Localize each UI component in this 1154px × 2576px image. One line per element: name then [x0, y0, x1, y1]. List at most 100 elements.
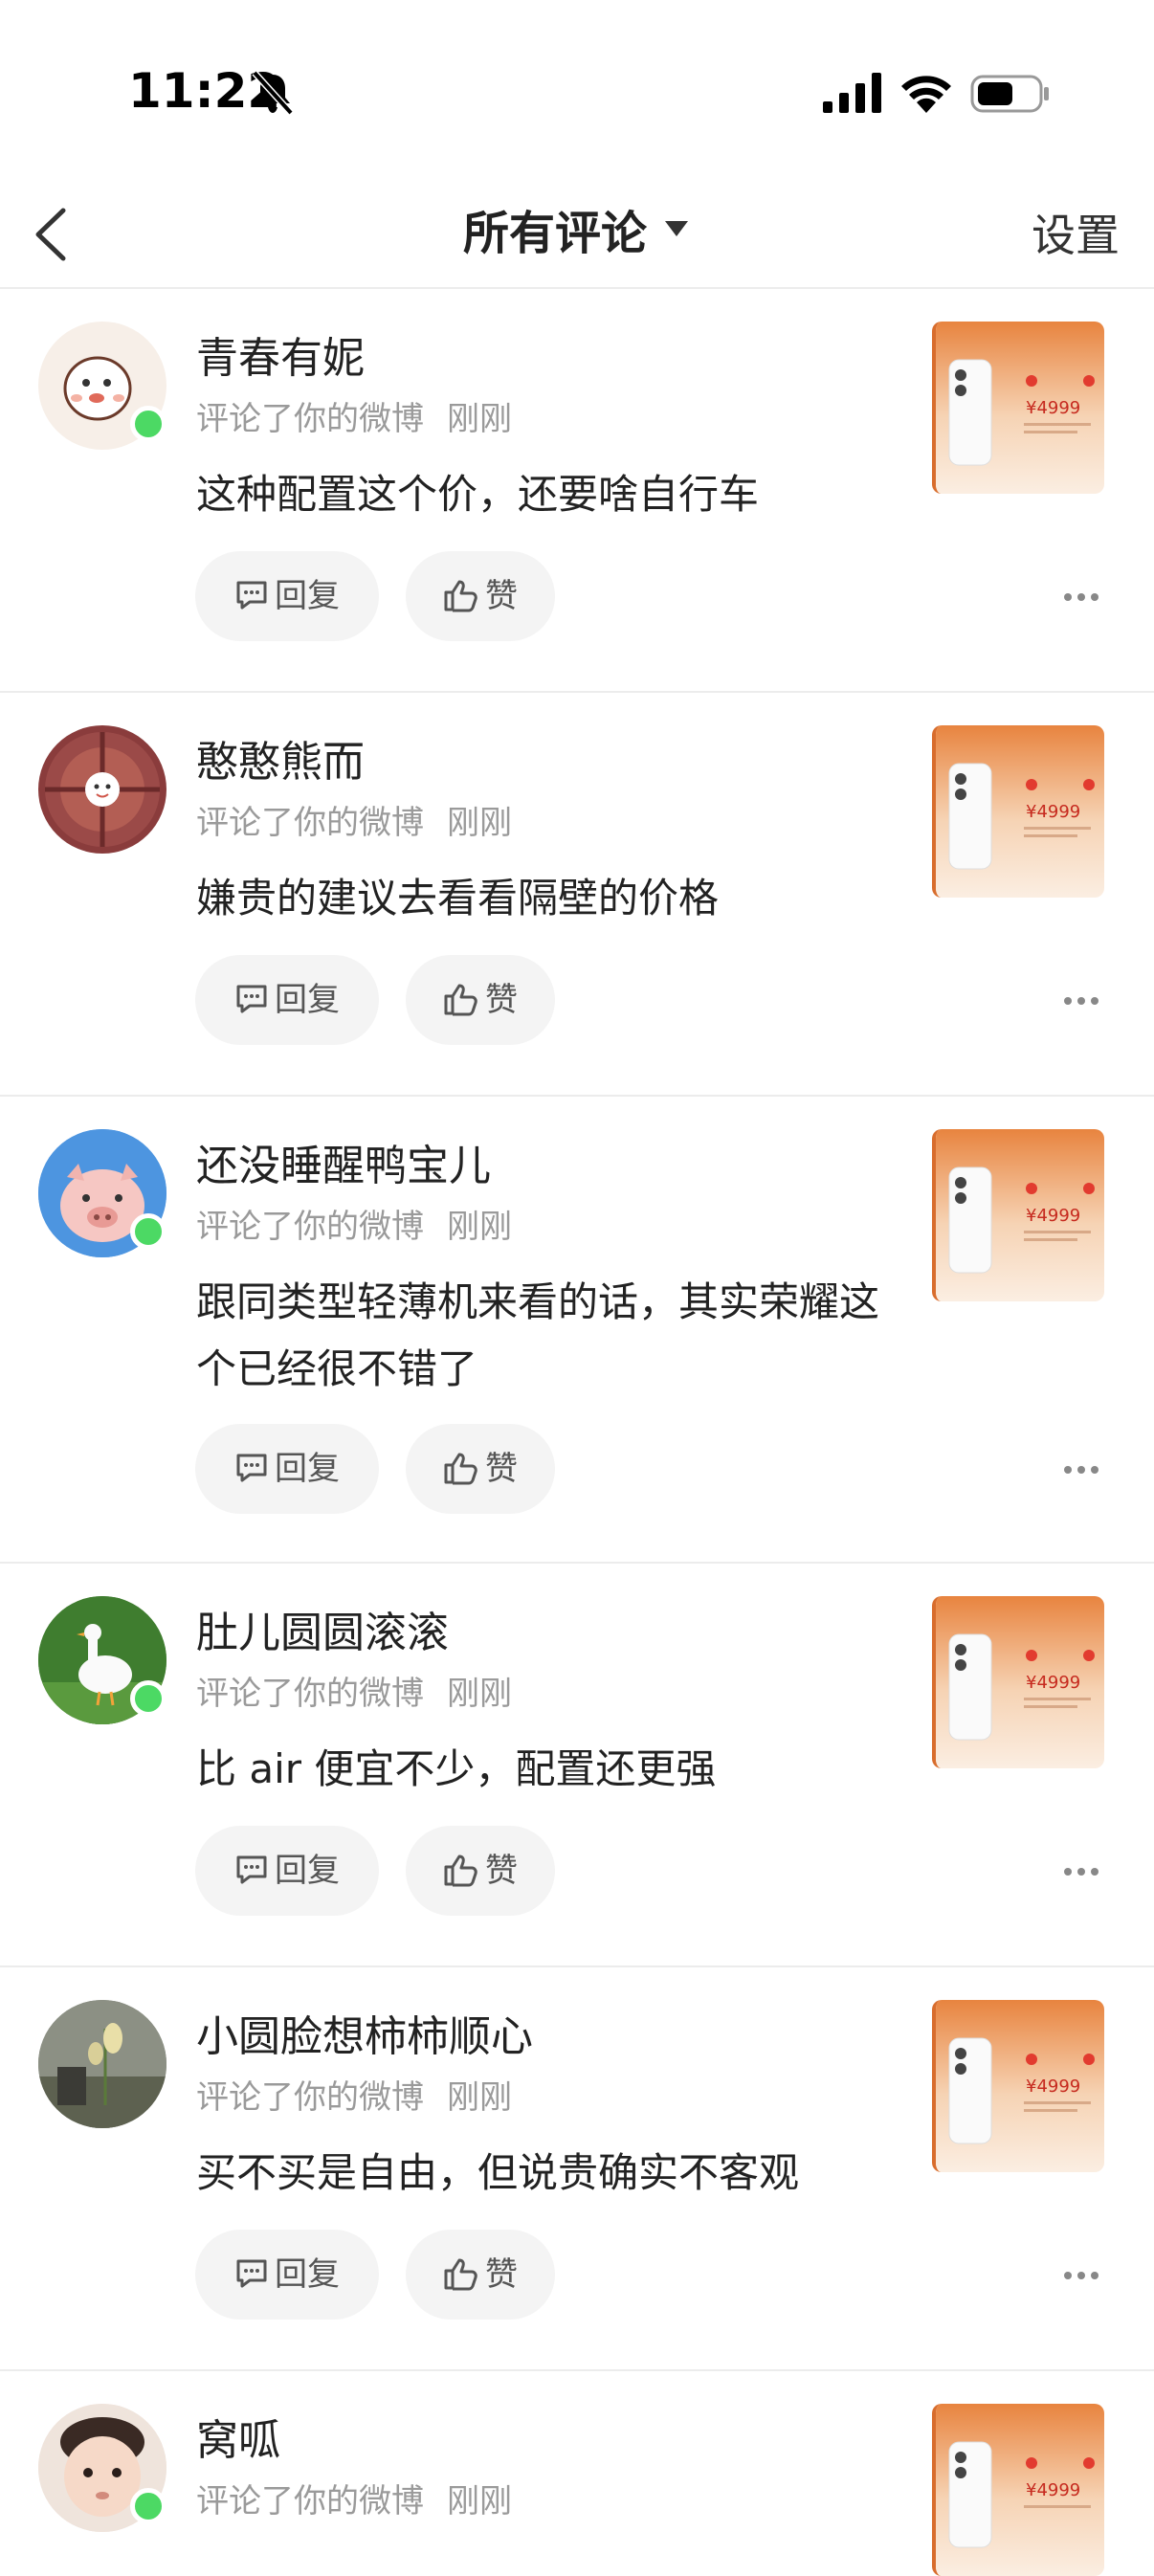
meta-time: 刚刚 [447, 2078, 512, 2117]
comment-text: 这种配置这个价，还要啥自行车 [196, 471, 760, 518]
reply-button[interactable]: 回复 [195, 1826, 379, 1916]
price-text: ¥4999 [1026, 2076, 1080, 2097]
comment-actions: 回复 赞 [195, 1826, 555, 1916]
like-label: 赞 [485, 1852, 518, 1890]
more-options-icon[interactable] [1062, 591, 1100, 603]
more-options-icon[interactable] [1062, 1866, 1100, 1877]
thumbs-up-icon [444, 1453, 477, 1484]
comment-icon [236, 985, 267, 1012]
comment-item: 肚儿圆圆滚滚 评论了你的微博 刚刚 比 air 便宜不少，配置还更强 回复 赞 ¥4… [0, 1564, 1154, 1967]
comment-icon [236, 2259, 267, 2287]
comment-text: 跟同类型轻薄机来看的话，其实荣耀这个已经很不错了 [196, 1278, 880, 1392]
comment-text: 买不买是自由，但说贵确实不客观 [196, 2149, 800, 2196]
reply-button[interactable]: 回复 [195, 2230, 379, 2320]
page-title: 所有评论 [462, 207, 647, 260]
reply-button[interactable]: 回复 [195, 955, 379, 1045]
thumbs-up-icon [444, 984, 477, 1015]
comment-meta: 评论了你的微博 刚刚 [196, 796, 512, 843]
comment-list: 青春有妮 评论了你的微博 刚刚 这种配置这个价，还要啥自行车 回复赞 ¥4999 … [0, 289, 1154, 2576]
meta-action: 评论了你的微博 [196, 400, 424, 438]
price-text: ¥4999 [1026, 802, 1080, 822]
more-options-icon[interactable] [1062, 995, 1100, 1007]
online-status-dot [130, 406, 166, 442]
comment-meta: 评论了你的微博 刚刚 [196, 2071, 512, 2118]
user-name[interactable]: 肚儿圆圆滚滚 [196, 1598, 449, 1659]
like-button[interactable]: 赞 [406, 1826, 555, 1916]
online-status-dot [130, 1680, 166, 1717]
user-name[interactable]: 青春有妮 [196, 323, 365, 385]
battery-icon [970, 75, 1049, 113]
reply-label: 回复 [275, 1852, 340, 1890]
comment-meta: 评论了你的微博 刚刚 [196, 2475, 512, 2521]
post-thumbnail[interactable]: ¥4999 [932, 1129, 1104, 1301]
post-thumbnail[interactable]: ¥4999 [932, 1596, 1104, 1768]
meta-action: 评论了你的微博 [196, 1675, 424, 1713]
reply-button[interactable]: 回复 [195, 1424, 379, 1514]
like-label: 赞 [485, 981, 518, 1019]
comment-actions: 回复 赞 [195, 551, 555, 641]
comment-icon [236, 1454, 267, 1481]
price-text: ¥4999 [1026, 398, 1080, 418]
user-name[interactable]: 还没睡醒鸭宝儿 [196, 1131, 491, 1192]
meta-time: 刚刚 [447, 1208, 512, 1246]
user-name[interactable]: 窝呱 [196, 2406, 280, 2467]
comment-item: 憨憨熊而 评论了你的微博 刚刚 嫌贵的建议去看看隔壁的价格 回复 赞 ¥4999 [0, 693, 1154, 1097]
post-thumbnail[interactable]: ¥4999 [932, 725, 1104, 898]
reply-label: 回复 [275, 981, 340, 1019]
meta-time: 刚刚 [447, 2482, 512, 2520]
thumbs-up-icon [444, 580, 477, 611]
more-options-icon[interactable] [1062, 1464, 1100, 1476]
comment-item: 窝呱 评论了你的微博 刚刚 ¥4999 [0, 2371, 1154, 2576]
like-label: 赞 [485, 1450, 518, 1488]
comment-icon [236, 1855, 267, 1883]
meta-action: 评论了你的微博 [196, 804, 424, 842]
comment-actions: 回复 赞 [195, 2230, 555, 2320]
price-text: ¥4999 [1026, 1673, 1080, 1693]
comment-text: 比 air 便宜不少，配置还更强 [196, 1745, 717, 1792]
user-name[interactable]: 憨憨熊而 [196, 727, 365, 788]
comment-actions: 回复 赞 [195, 955, 555, 1045]
status-bar: 11:22 [0, 0, 1154, 182]
price-text: ¥4999 [1026, 1206, 1080, 1226]
like-label: 赞 [485, 2255, 518, 2294]
more-options-icon[interactable] [1062, 2270, 1100, 2281]
post-thumbnail[interactable]: ¥4999 [932, 322, 1104, 494]
cellular-signal-icon [823, 73, 881, 113]
post-thumbnail[interactable]: ¥4999 [932, 2000, 1104, 2172]
reply-label: 回复 [275, 2255, 340, 2294]
meta-time: 刚刚 [447, 804, 512, 842]
comment-text: 嫌贵的建议去看看隔壁的价格 [196, 875, 720, 922]
comment-item: 小圆脸想柿柿顺心 评论了你的微博 刚刚 买不买是自由，但说贵确实不客观 回复 赞 ¥… [0, 1967, 1154, 2371]
like-button[interactable]: 赞 [406, 2230, 555, 2320]
avatar[interactable] [38, 2000, 166, 2128]
user-name[interactable]: 小圆脸想柿柿顺心 [196, 2002, 533, 2063]
filter-dropdown[interactable]: 所有评论 [0, 195, 1154, 262]
like-button[interactable]: 赞 [406, 955, 555, 1045]
bell-muted-icon [252, 70, 294, 116]
thumbs-up-icon [444, 1854, 477, 1886]
meta-action: 评论了你的微博 [196, 2078, 424, 2117]
comment-actions: 回复 赞 [195, 1424, 555, 1514]
comment-meta: 评论了你的微博 刚刚 [196, 1200, 512, 1247]
caret-down-icon [665, 221, 688, 236]
meta-time: 刚刚 [447, 1675, 512, 1713]
comment-item: 青春有妮 评论了你的微博 刚刚 这种配置这个价，还要啥自行车 回复 赞 ¥4999 [0, 289, 1154, 693]
like-label: 赞 [485, 577, 518, 615]
comment-meta: 评论了你的微博 刚刚 [196, 392, 512, 439]
post-thumbnail[interactable]: ¥4999 [932, 2404, 1104, 2576]
navigation-bar: 所有评论 设置 [0, 182, 1154, 289]
comment-meta: 评论了你的微博 刚刚 [196, 1667, 512, 1714]
settings-button[interactable]: 设置 [1032, 201, 1120, 264]
reply-label: 回复 [275, 1450, 340, 1488]
like-button[interactable]: 赞 [406, 551, 555, 641]
thumbs-up-icon [444, 2258, 477, 2290]
like-button[interactable]: 赞 [406, 1424, 555, 1514]
online-status-dot [130, 1213, 166, 1250]
reply-button[interactable]: 回复 [195, 551, 379, 641]
meta-time: 刚刚 [447, 400, 512, 438]
avatar[interactable] [38, 725, 166, 854]
comment-icon [236, 581, 267, 609]
comment-item: 还没睡醒鸭宝儿 评论了你的微博 刚刚 跟同类型轻薄机来看的话，其实荣耀这个已经很不… [0, 1097, 1154, 1564]
price-text: ¥4999 [1026, 2480, 1080, 2500]
wifi-icon [901, 76, 951, 113]
